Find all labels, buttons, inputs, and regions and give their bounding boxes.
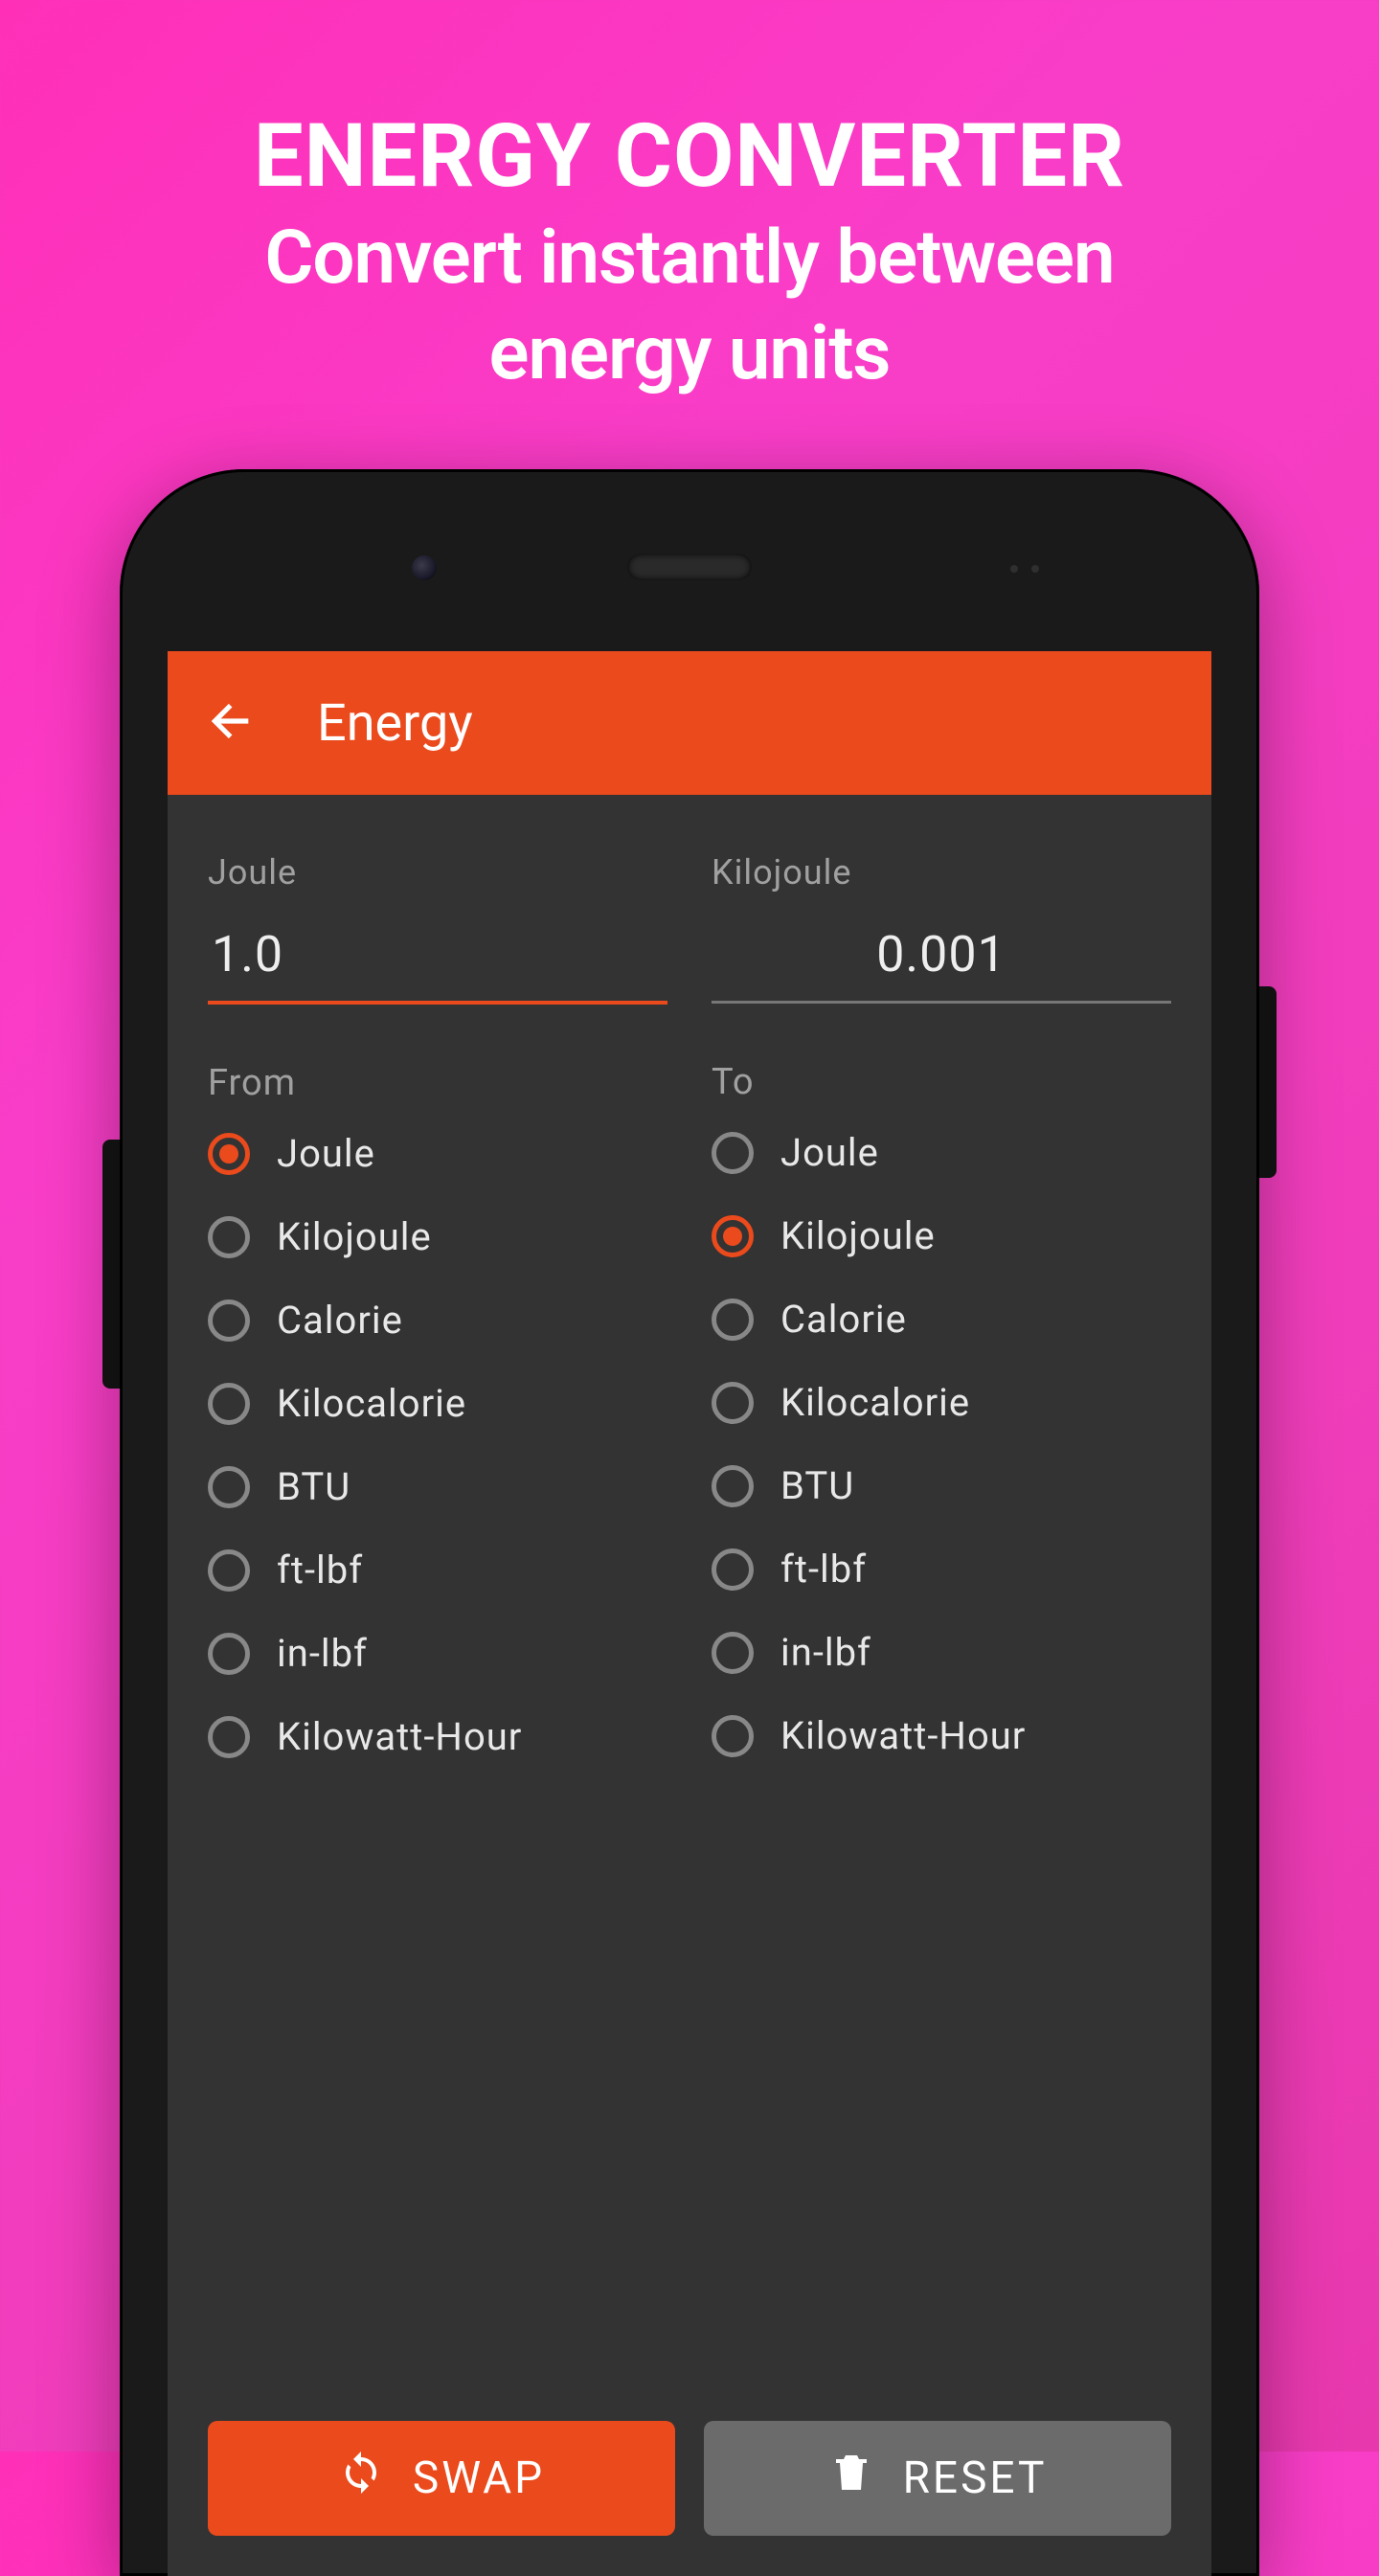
to-column: Kilojoule 0.001 To Joule Kilojoule Calorie… <box>712 852 1171 1759</box>
radio-label: ft-lbf <box>277 1548 363 1593</box>
radio-label: Kilocalorie <box>277 1381 466 1426</box>
radio-icon <box>712 1299 754 1341</box>
radio-icon <box>208 1716 250 1758</box>
radio-label: in-lbf <box>277 1631 368 1676</box>
from-radio-item[interactable]: Kilocalorie <box>208 1381 667 1426</box>
radio-label: Kilocalorie <box>780 1380 970 1425</box>
radio-label: Calorie <box>277 1298 403 1343</box>
from-section-label: From <box>208 1062 667 1104</box>
from-column: Joule 1.0 From Joule Kilojoule Calorie Kilo… <box>208 852 667 1759</box>
promo-sub-1: Convert instantly between <box>0 214 1379 304</box>
radio-icon <box>208 1383 250 1425</box>
app-screen: Energy Joule 1.0 From Joule Kilojoule Calo… <box>168 651 1211 2576</box>
reset-button[interactable]: RESET <box>704 2421 1171 2536</box>
swap-button[interactable]: SWAP <box>208 2421 675 2536</box>
from-radio-item[interactable]: ft-lbf <box>208 1548 667 1593</box>
phone-frame: Energy Joule 1.0 From Joule Kilojoule Calo… <box>120 469 1259 2576</box>
phone-speaker <box>627 554 752 580</box>
radio-label: Kilowatt-Hour <box>780 1713 1026 1758</box>
to-radio-item[interactable]: Kilojoule <box>712 1213 1171 1258</box>
radio-label: Calorie <box>780 1297 907 1342</box>
radio-icon <box>712 1382 754 1424</box>
trash-icon <box>828 2450 874 2507</box>
from-radio-item[interactable]: Joule <box>208 1131 667 1176</box>
radio-icon <box>712 1465 754 1507</box>
promo-title: ENERGY CONVERTER <box>0 105 1379 208</box>
radio-label: Kilojoule <box>277 1214 432 1259</box>
radio-label: BTU <box>277 1464 350 1509</box>
from-radio-item[interactable]: Kilojoule <box>208 1214 667 1259</box>
app-bar-title: Energy <box>317 693 473 754</box>
radio-icon <box>208 1133 250 1175</box>
to-radio-item[interactable]: Joule <box>712 1130 1171 1175</box>
to-radio-item[interactable]: BTU <box>712 1463 1171 1508</box>
to-radio-list: Joule Kilojoule Calorie Kilocalorie BTU ft-lb… <box>712 1130 1171 1758</box>
from-unit-label: Joule <box>208 852 667 893</box>
radio-icon <box>208 1216 250 1258</box>
radio-label: ft-lbf <box>780 1547 867 1592</box>
radio-icon <box>208 1633 250 1675</box>
radio-label: BTU <box>780 1463 854 1508</box>
radio-icon <box>712 1132 754 1174</box>
to-unit-label: Kilojoule <box>712 852 1171 893</box>
radio-label: Joule <box>277 1131 375 1176</box>
radio-icon <box>208 1466 250 1508</box>
swap-button-label: SWAP <box>413 2452 545 2504</box>
radio-icon <box>712 1215 754 1257</box>
to-value-output[interactable]: 0.001 <box>712 914 1171 1004</box>
promo-sub-2: energy units <box>0 309 1379 399</box>
promo-header: ENERGY CONVERTER Convert instantly betwe… <box>0 0 1379 398</box>
to-radio-item[interactable]: ft-lbf <box>712 1547 1171 1592</box>
to-radio-item[interactable]: Kilowatt-Hour <box>712 1713 1171 1758</box>
reset-button-label: RESET <box>903 2452 1048 2504</box>
swap-icon <box>338 2450 384 2507</box>
to-radio-item[interactable]: in-lbf <box>712 1630 1171 1675</box>
from-value-input[interactable]: 1.0 <box>208 914 667 1005</box>
app-bar: Energy <box>168 651 1211 795</box>
radio-label: Kilowatt-Hour <box>277 1714 522 1759</box>
from-radio-item[interactable]: in-lbf <box>208 1631 667 1676</box>
radio-icon <box>712 1715 754 1757</box>
phone-camera <box>412 555 437 580</box>
from-radio-item[interactable]: BTU <box>208 1464 667 1509</box>
from-radio-item[interactable]: Kilowatt-Hour <box>208 1714 667 1759</box>
to-section-label: To <box>712 1061 1171 1103</box>
from-radio-item[interactable]: Calorie <box>208 1298 667 1343</box>
phone-sensor-dots <box>1010 565 1039 573</box>
radio-icon <box>208 1549 250 1592</box>
radio-icon <box>712 1548 754 1591</box>
footer-buttons: SWAP RESET <box>208 2421 1171 2536</box>
radio-icon <box>712 1632 754 1674</box>
to-radio-item[interactable]: Calorie <box>712 1297 1171 1342</box>
from-radio-list: Joule Kilojoule Calorie Kilocalorie BTU ft-lb… <box>208 1131 667 1759</box>
radio-label: Joule <box>780 1130 879 1175</box>
back-arrow-icon[interactable] <box>206 694 260 752</box>
to-radio-item[interactable]: Kilocalorie <box>712 1380 1171 1425</box>
radio-label: in-lbf <box>780 1630 871 1675</box>
radio-label: Kilojoule <box>780 1213 936 1258</box>
radio-icon <box>208 1299 250 1342</box>
